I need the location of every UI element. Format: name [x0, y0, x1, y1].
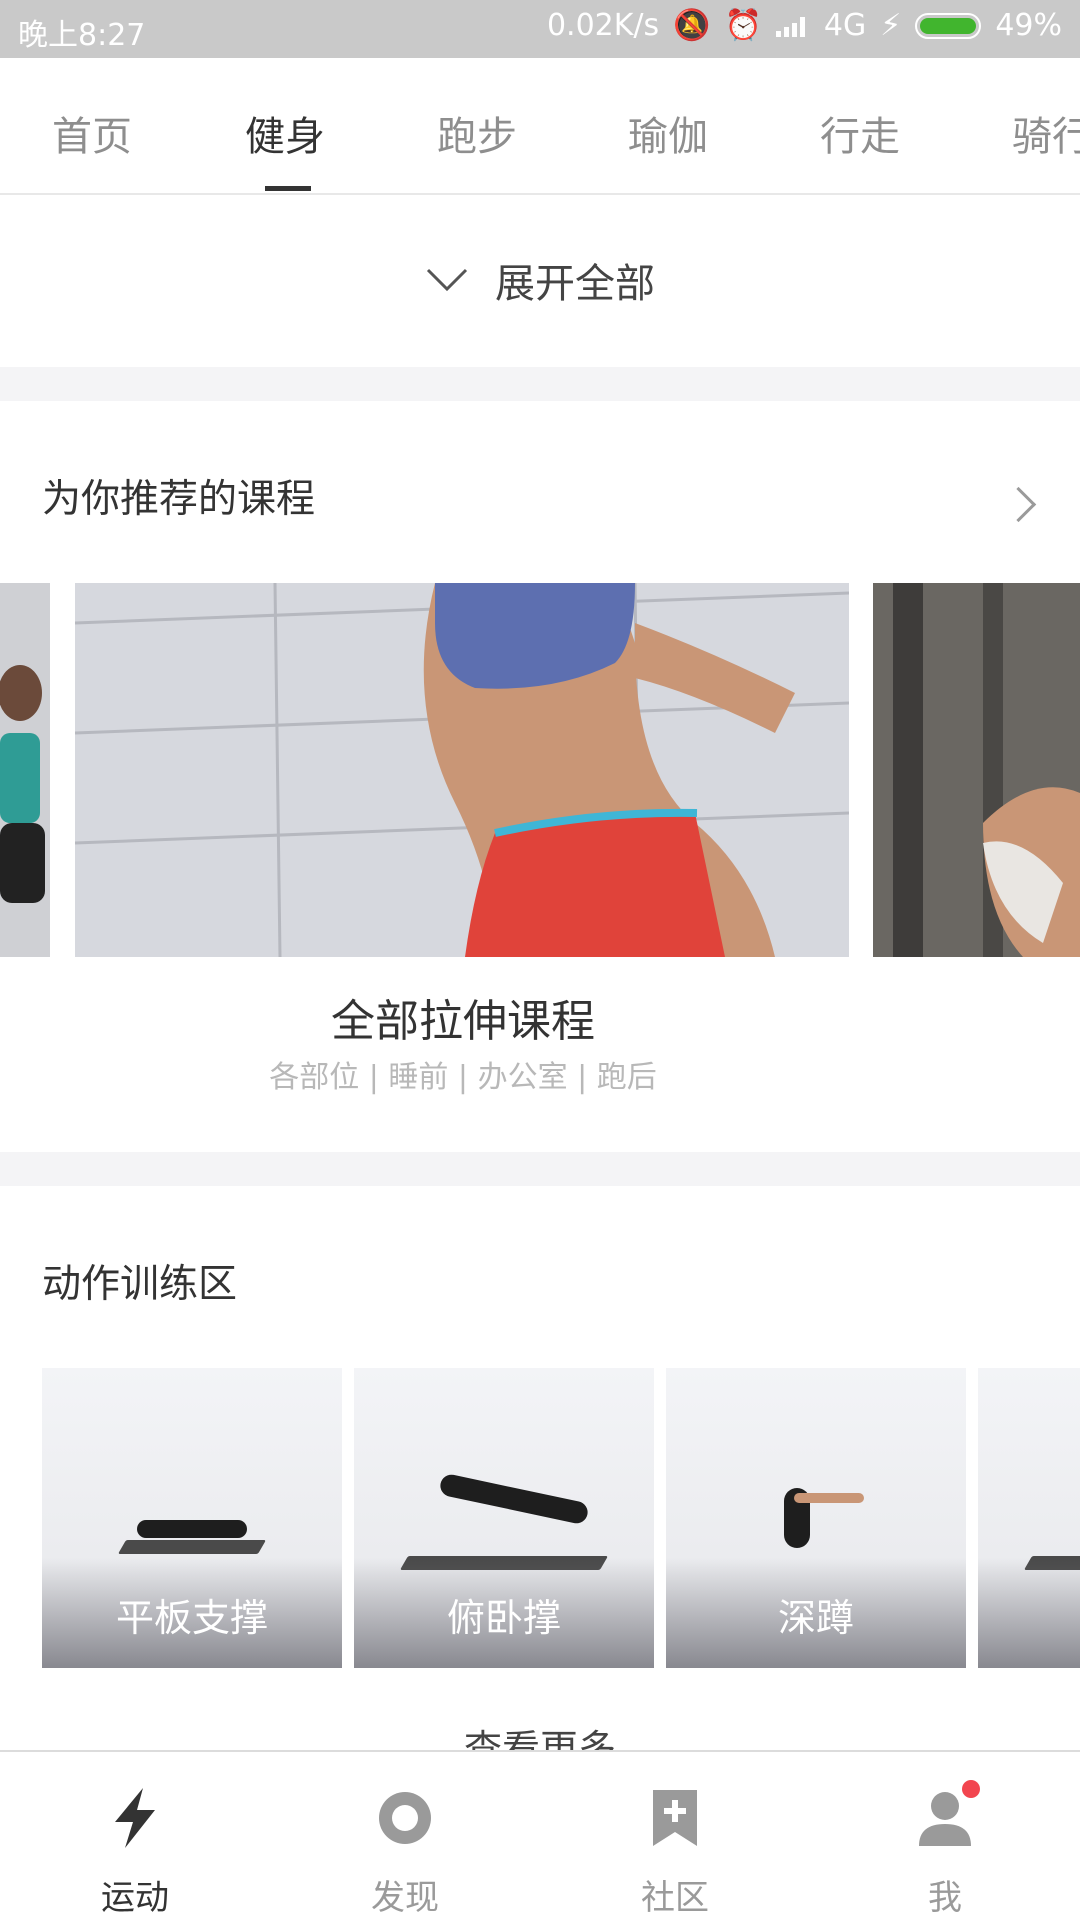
signal-icon [775, 15, 810, 37]
network-type: 4G [823, 8, 867, 43]
status-time: 晚上8:27 [18, 18, 146, 53]
exercise-label: 俯卧撑 [446, 1596, 561, 1640]
bookmark-plus-icon [653, 1790, 697, 1846]
discover-circle-icon [379, 1792, 431, 1844]
recommended-more-button[interactable] [1000, 480, 1060, 530]
exercise-figure [438, 1472, 590, 1526]
nav-item-community[interactable]: 社区 [540, 1752, 810, 1922]
exercise-tile-next[interactable] [978, 1368, 1080, 1668]
nav-label: 我 [928, 1878, 962, 1918]
chevron-right-icon [1000, 486, 1037, 523]
tab-running[interactable]: 跑步 [437, 104, 517, 162]
course-card-next[interactable] [873, 583, 1080, 957]
net-speed: 0.02K/s [546, 8, 660, 43]
nav-label: 发现 [371, 1878, 439, 1918]
bottom-navigation: 运动 发现 社区 我 [0, 1750, 1080, 1922]
nav-item-discover[interactable]: 发现 [270, 1752, 540, 1922]
section-divider [0, 1152, 1080, 1186]
tile-shade [978, 1558, 1080, 1668]
notification-badge [962, 1780, 980, 1798]
exercise-tile-plank[interactable]: 平板支撑 [42, 1368, 342, 1668]
tab-fitness[interactable]: 健身 [245, 104, 325, 162]
status-icons: 0.02K/s 🔕 ⏰ 4G ⚡ 49% [547, 8, 1062, 43]
exercise-illustration [117, 1540, 267, 1554]
exercise-area-title: 动作训练区 [42, 1262, 238, 1307]
tab-walking[interactable]: 行走 [820, 104, 900, 162]
exercise-tile-squat[interactable]: 深蹲 [666, 1368, 966, 1668]
nav-label: 社区 [641, 1878, 709, 1918]
course-title: 全部拉伸课程 [331, 996, 595, 1047]
course-card-stretching[interactable] [75, 583, 849, 957]
expand-all-button[interactable]: 展开全部 [0, 195, 1080, 365]
category-tabs: 首页 健身 跑步 瑜伽 行走 骑行 [0, 58, 1080, 195]
chevron-down-icon [426, 268, 468, 292]
nav-item-sport[interactable]: 运动 [0, 1752, 270, 1922]
nav-label: 运动 [101, 1878, 169, 1918]
status-bar: 晚上8:27 0.02K/s 🔕 ⏰ 4G ⚡ 49% [0, 0, 1080, 58]
exercise-label: 深蹲 [777, 1596, 854, 1640]
exercise-tile-pushup[interactable]: 俯卧撑 [354, 1368, 654, 1668]
battery-icon [915, 12, 982, 39]
expand-all-label: 展开全部 [495, 261, 655, 307]
exercise-figure-arms [794, 1493, 864, 1503]
mute-icon: 🔕 [673, 8, 711, 43]
active-tab-indicator [265, 186, 311, 191]
battery-percent: 49% [995, 8, 1062, 43]
tab-yoga[interactable]: 瑜伽 [628, 104, 708, 162]
nav-item-me[interactable]: 我 [810, 1752, 1080, 1922]
recommended-title: 为你推荐的课程 [42, 477, 316, 522]
course-image-stretching [75, 583, 849, 957]
tab-home[interactable]: 首页 [52, 104, 132, 162]
section-divider [0, 367, 1080, 401]
course-image-next [873, 583, 1080, 957]
tab-cycling[interactable]: 骑行 [1012, 104, 1080, 162]
exercise-figure [137, 1520, 247, 1538]
exercise-label: 平板支撑 [115, 1596, 268, 1640]
course-image-prev [0, 583, 50, 957]
lightning-icon [115, 1788, 155, 1848]
course-card-prev[interactable] [0, 583, 50, 957]
charging-icon: ⚡ [880, 8, 902, 43]
alarm-icon: ⏰ [724, 8, 762, 43]
course-subtitle: 各部位 | 睡前 | 办公室 | 跑后 [269, 1060, 657, 1095]
